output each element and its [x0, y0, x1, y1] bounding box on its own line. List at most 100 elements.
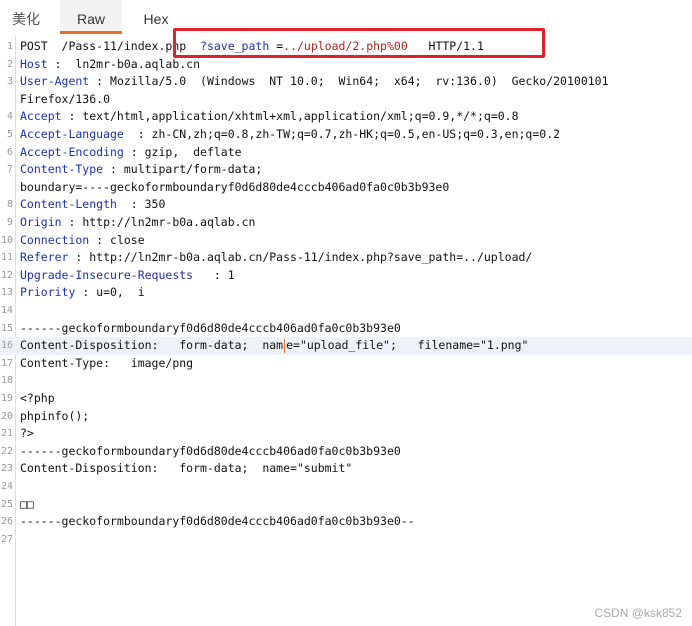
code-line[interactable]: 14 [0, 302, 692, 320]
code-line[interactable]: 4 Accept : text/html,application/xhtml+xm… [0, 108, 692, 126]
code-line[interactable]: 16 Content-Disposition: form-data; nam e="… [0, 337, 692, 355]
line-text: Referer : http://ln2mr-b0a.aqlab.cn/Pass… [20, 249, 532, 267]
header-name: Connection [20, 232, 90, 247]
code-line[interactable]: 2 Host : ln2mr-b0a.aqlab.cn [0, 56, 692, 74]
text-segment: : 350 [116, 197, 166, 212]
line-text: Accept-Encoding : gzip, deflate [20, 144, 242, 162]
text-segment: e="upload_file"; filename="1.png" [286, 338, 529, 353]
line-text: ------geckoformboundaryf0d6d80de4cccb406… [20, 513, 415, 531]
tab-beautify[interactable]: 美化 [0, 0, 52, 34]
line-number: 4 [6, 111, 13, 123]
text-segment: Firefox/136.0 [20, 91, 111, 106]
code-line[interactable]: 3 User-Agent : Mozilla/5.0 (Windows NT 10… [0, 73, 692, 91]
line-number: 24 [0, 481, 13, 492]
text-segment: : http://ln2mr-b0a.aqlab.cn [61, 215, 256, 229]
line-number: 18 [0, 375, 13, 387]
text-segment: Content-Disposition: form-data; nam [20, 338, 284, 353]
line-text: ?> [20, 425, 34, 443]
line-number: 9 [6, 217, 13, 228]
code-line[interactable]: 26 ------geckoformboundaryf0d6d80de4cccb4… [0, 513, 692, 531]
line-number: 13 [0, 287, 13, 299]
text-segment: : zh-CN,zh;q=0.8,zh-TW;q=0.7,zh-HK;q=0.5… [123, 127, 561, 141]
line-number: 14 [0, 305, 13, 316]
line-number: 5 [6, 129, 13, 140]
header-name: User-Agent [20, 74, 90, 89]
code-line[interactable]: 24 [0, 478, 692, 496]
line-text: Content-Length : 350 [20, 196, 165, 214]
line-number: 22 [0, 445, 13, 457]
line-text: Origin : http://ln2mr-b0a.aqlab.cn [20, 214, 255, 232]
code-line[interactable]: Firefox/136.0 [0, 91, 692, 109]
line-number: 7 [6, 164, 13, 176]
text-segment: ------geckoformboundaryf0d6d80de4cccb406… [20, 514, 415, 529]
code-line[interactable]: 6 Accept-Encoding : gzip, deflate [0, 144, 692, 162]
code-line[interactable]: 5 Accept-Language : zh-CN,zh;q=0.8,zh-TW;… [0, 126, 692, 144]
code-line[interactable]: 15 ------geckoformboundaryf0d6d80de4cccb4… [0, 320, 692, 338]
text-segment: ?> [20, 426, 34, 441]
code-line[interactable]: 21 ?> [0, 425, 692, 443]
line-text: Content-Disposition: form-data; nam e="up… [20, 337, 528, 355]
line-number: 3 [6, 76, 13, 88]
line-text: □□ [20, 496, 34, 514]
line-text: Connection : close [20, 232, 145, 250]
text-segment: <?php [20, 391, 55, 405]
header-name: Upgrade-Insecure-Requests [20, 267, 194, 282]
line-number: 19 [0, 393, 13, 404]
watermark: CSDN @ksk852 [594, 606, 682, 620]
line-text: Content-Type: image/png [20, 355, 193, 373]
line-text: Upgrade-Insecure-Requests : 1 [20, 267, 235, 285]
code-line[interactable]: 19 <?php [0, 390, 692, 408]
header-name: Accept [20, 109, 62, 124]
header-name: Accept-Encoding [20, 144, 124, 159]
tab-raw[interactable]: Raw [60, 0, 122, 34]
line-text: Firefox/136.0 [20, 91, 110, 109]
header-name: Priority [20, 285, 76, 300]
line-number: 16 [0, 340, 13, 352]
annotation-highlight-box [173, 28, 545, 58]
request-editor[interactable]: 1 POST /Pass-11/index.php ?save_path =../… [0, 36, 692, 626]
code-line[interactable]: 23 Content-Disposition: form-data; name="… [0, 460, 692, 478]
text-segment: phpinfo(); [20, 408, 90, 423]
text-segment: ------geckoformboundaryf0d6d80de4cccb406… [20, 320, 401, 335]
header-name: Referer [20, 250, 69, 265]
header-name: Content-Length [20, 197, 117, 212]
text-segment: : Mozilla/5.0 (Windows NT 10.0; Win64; x… [89, 74, 609, 89]
code-line[interactable]: 9 Origin : http://ln2mr-b0a.aqlab.cn [0, 214, 692, 232]
text-segment: Content-Type: image/png [20, 355, 194, 370]
line-number: 25 [0, 498, 13, 510]
code-line[interactable]: 10 Connection : close [0, 232, 692, 250]
text-segment: : text/html,application/xhtml+xml,applic… [61, 109, 519, 124]
code-line[interactable]: 18 [0, 372, 692, 390]
line-text: <?php [20, 390, 55, 408]
code-line[interactable]: 17 Content-Type: image/png [0, 355, 692, 373]
code-line[interactable]: 11 Referer : http://ln2mr-b0a.aqlab.cn/Pa… [0, 249, 692, 267]
line-text: Host : ln2mr-b0a.aqlab.cn [20, 56, 200, 74]
code-line[interactable]: 22 ------geckoformboundaryf0d6d80de4cccb4… [0, 443, 692, 461]
line-text: Accept-Language : zh-CN,zh;q=0.8,zh-TW;q… [20, 126, 560, 144]
header-name: Host [20, 56, 48, 71]
code-line[interactable]: boundary=----geckoformboundaryf0d6d80de4… [0, 179, 692, 197]
text-segment: : close [89, 232, 145, 247]
text-cursor [284, 338, 286, 353]
line-number: 23 [0, 463, 13, 475]
text-segment: □□ [20, 496, 34, 511]
code-line[interactable]: 13 Priority : u=0, i [0, 284, 692, 302]
line-text: Accept : text/html,application/xhtml+xml… [20, 108, 519, 126]
line-number: 17 [0, 357, 13, 369]
code-line[interactable]: 8 Content-Length : 350 [0, 196, 692, 214]
line-number: 1 [6, 41, 13, 52]
code-line[interactable]: 25 □□ [0, 496, 692, 514]
code-line[interactable]: 12 Upgrade-Insecure-Requests : 1 [0, 267, 692, 285]
code-line[interactable]: 27 [0, 531, 692, 549]
code-line[interactable]: 7 Content-Type : multipart/form-data; [0, 161, 692, 179]
line-number: 21 [0, 428, 13, 440]
text-segment: ------geckoformboundaryf0d6d80de4cccb406… [20, 443, 401, 458]
line-number: 20 [0, 410, 13, 422]
text-segment: : 1 [193, 267, 235, 282]
line-text: phpinfo(); [20, 408, 89, 426]
text-segment: : ln2mr-b0a.aqlab.cn [47, 56, 201, 71]
line-text: User-Agent : Mozilla/5.0 (Windows NT 10.… [20, 73, 609, 91]
line-text: Priority : u=0, i [20, 284, 145, 302]
line-number: 10 [0, 234, 13, 246]
code-line[interactable]: 20 phpinfo(); [0, 408, 692, 426]
